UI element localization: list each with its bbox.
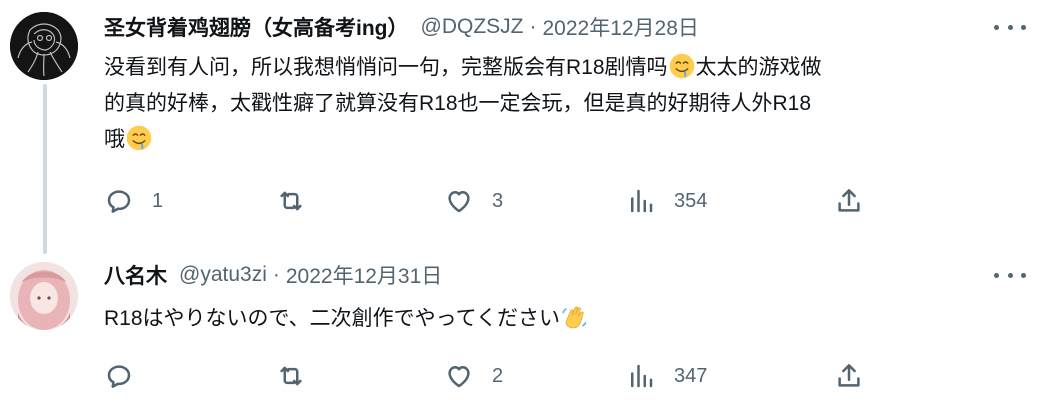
author-name[interactable]: 八名木 bbox=[104, 260, 167, 290]
more-options-icon[interactable] bbox=[994, 17, 1026, 37]
tweet-text: 没看到有人问，所以我想悄悄问一句，完整版会有R18剧情吗 太太的游戏做 的真的好… bbox=[104, 50, 1024, 158]
tweet-actions: 1 3 354 bbox=[104, 186, 884, 216]
separator-dot: · bbox=[529, 15, 537, 38]
heart-icon bbox=[448, 191, 470, 213]
avatar[interactable] bbox=[10, 262, 78, 330]
tweet-text: R18はやりないので、二次創作でやってください bbox=[104, 301, 1024, 337]
tweet-date[interactable]: 2022年12月31日 bbox=[286, 260, 442, 290]
tweet-text-line: 哦 bbox=[104, 128, 125, 151]
tweet[interactable]: 圣女背着鸡翅膀（女高备考ing） @DQZSJZ · 2022年12月28日 没… bbox=[0, 0, 1056, 254]
author-handle[interactable]: @yatu3zi bbox=[179, 263, 267, 287]
analytics-icon bbox=[631, 189, 653, 213]
reply-icon bbox=[107, 365, 131, 388]
views-button[interactable]: 347 bbox=[626, 361, 707, 391]
tweet-text-line: 太太的游戏做 bbox=[695, 56, 822, 79]
views-button[interactable]: 354 bbox=[626, 186, 707, 216]
reply-button[interactable]: 1 bbox=[104, 186, 163, 216]
retweet-button[interactable] bbox=[276, 186, 324, 216]
tweet-actions: 2 347 bbox=[104, 361, 884, 391]
tweet-date[interactable]: 2022年12月28日 bbox=[542, 12, 698, 42]
reply-button[interactable] bbox=[104, 361, 152, 391]
like-count: 2 bbox=[492, 364, 504, 387]
share-button[interactable] bbox=[834, 186, 864, 216]
share-icon bbox=[838, 189, 860, 212]
reply-count: 1 bbox=[152, 189, 164, 212]
retweet-button[interactable] bbox=[276, 361, 324, 391]
waving-hand-emoji-icon bbox=[562, 306, 587, 329]
avatar-image bbox=[10, 262, 78, 330]
tweet-header: 八名木 @yatu3zi · 2022年12月31日 bbox=[104, 260, 442, 290]
share-button[interactable] bbox=[834, 361, 864, 391]
author-handle[interactable]: @DQZSJZ bbox=[421, 15, 524, 39]
drooling-face-emoji-icon bbox=[126, 125, 152, 151]
analytics-icon bbox=[631, 364, 653, 388]
like-button[interactable]: 3 bbox=[444, 186, 503, 216]
view-count: 354 bbox=[674, 189, 708, 212]
view-count: 347 bbox=[674, 364, 708, 387]
separator-dot: · bbox=[272, 263, 280, 286]
heart-icon bbox=[448, 366, 470, 388]
like-button[interactable]: 2 bbox=[444, 361, 503, 391]
retweet-icon bbox=[280, 366, 302, 386]
tweet-text-line: R18はやりないので、二次創作でやってください bbox=[104, 307, 561, 330]
author-name[interactable]: 圣女背着鸡翅膀（女高备考ing） bbox=[104, 12, 409, 42]
reply-icon bbox=[107, 190, 131, 213]
tweet-text-line: 的真的好棒，太戳性癖了就算没有R18也一定会玩，但是真的好期待人外R18 bbox=[104, 92, 812, 115]
tweet[interactable]: 八名木 @yatu3zi · 2022年12月31日 R18はやりないので、二次… bbox=[0, 240, 1056, 406]
share-icon bbox=[838, 364, 860, 387]
avatar-image bbox=[10, 12, 78, 80]
like-count: 3 bbox=[492, 189, 504, 212]
drooling-face-emoji-icon bbox=[669, 53, 694, 79]
more-options-icon[interactable] bbox=[994, 265, 1026, 285]
tweet-text-line: 没看到有人问，所以我想悄悄问一句，完整版会有R18剧情吗 bbox=[104, 56, 668, 79]
thread-connector-line bbox=[43, 84, 47, 254]
tweet-header: 圣女背着鸡翅膀（女高备考ing） @DQZSJZ · 2022年12月28日 bbox=[104, 12, 699, 42]
retweet-icon bbox=[280, 191, 302, 211]
avatar[interactable] bbox=[10, 12, 78, 80]
